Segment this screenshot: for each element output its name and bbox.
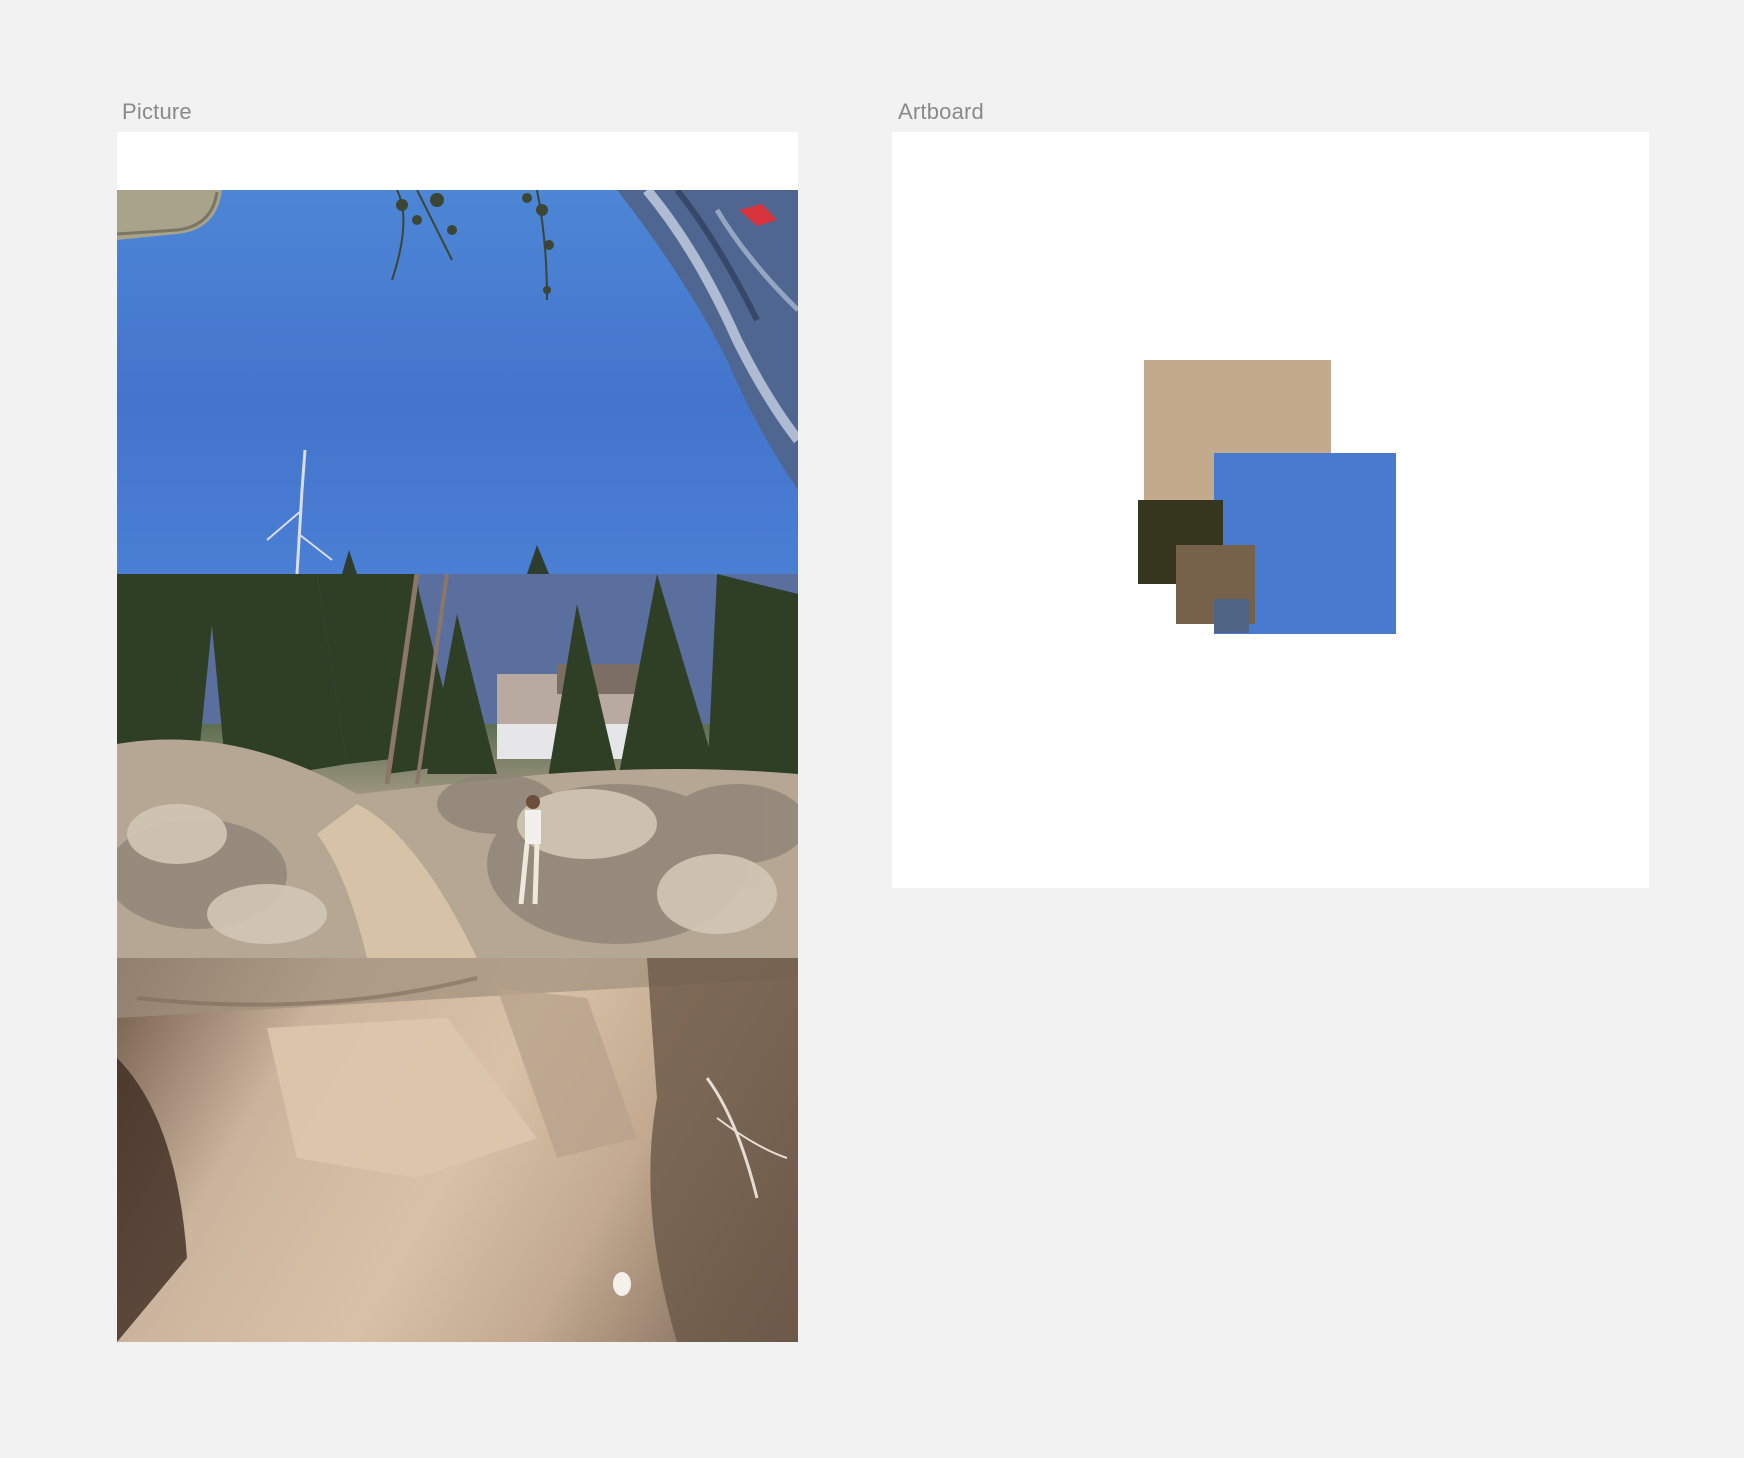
swatch-slate[interactable] [1214, 599, 1249, 633]
picture-frame[interactable] [117, 132, 798, 1342]
artboard-frame-label: Artboard [898, 99, 984, 124]
trail-photo [117, 574, 798, 958]
picture-frame-label: Picture [122, 99, 192, 124]
artboard-frame[interactable] [892, 132, 1649, 888]
ground-photo [117, 958, 798, 1342]
sky-photo [117, 190, 798, 574]
